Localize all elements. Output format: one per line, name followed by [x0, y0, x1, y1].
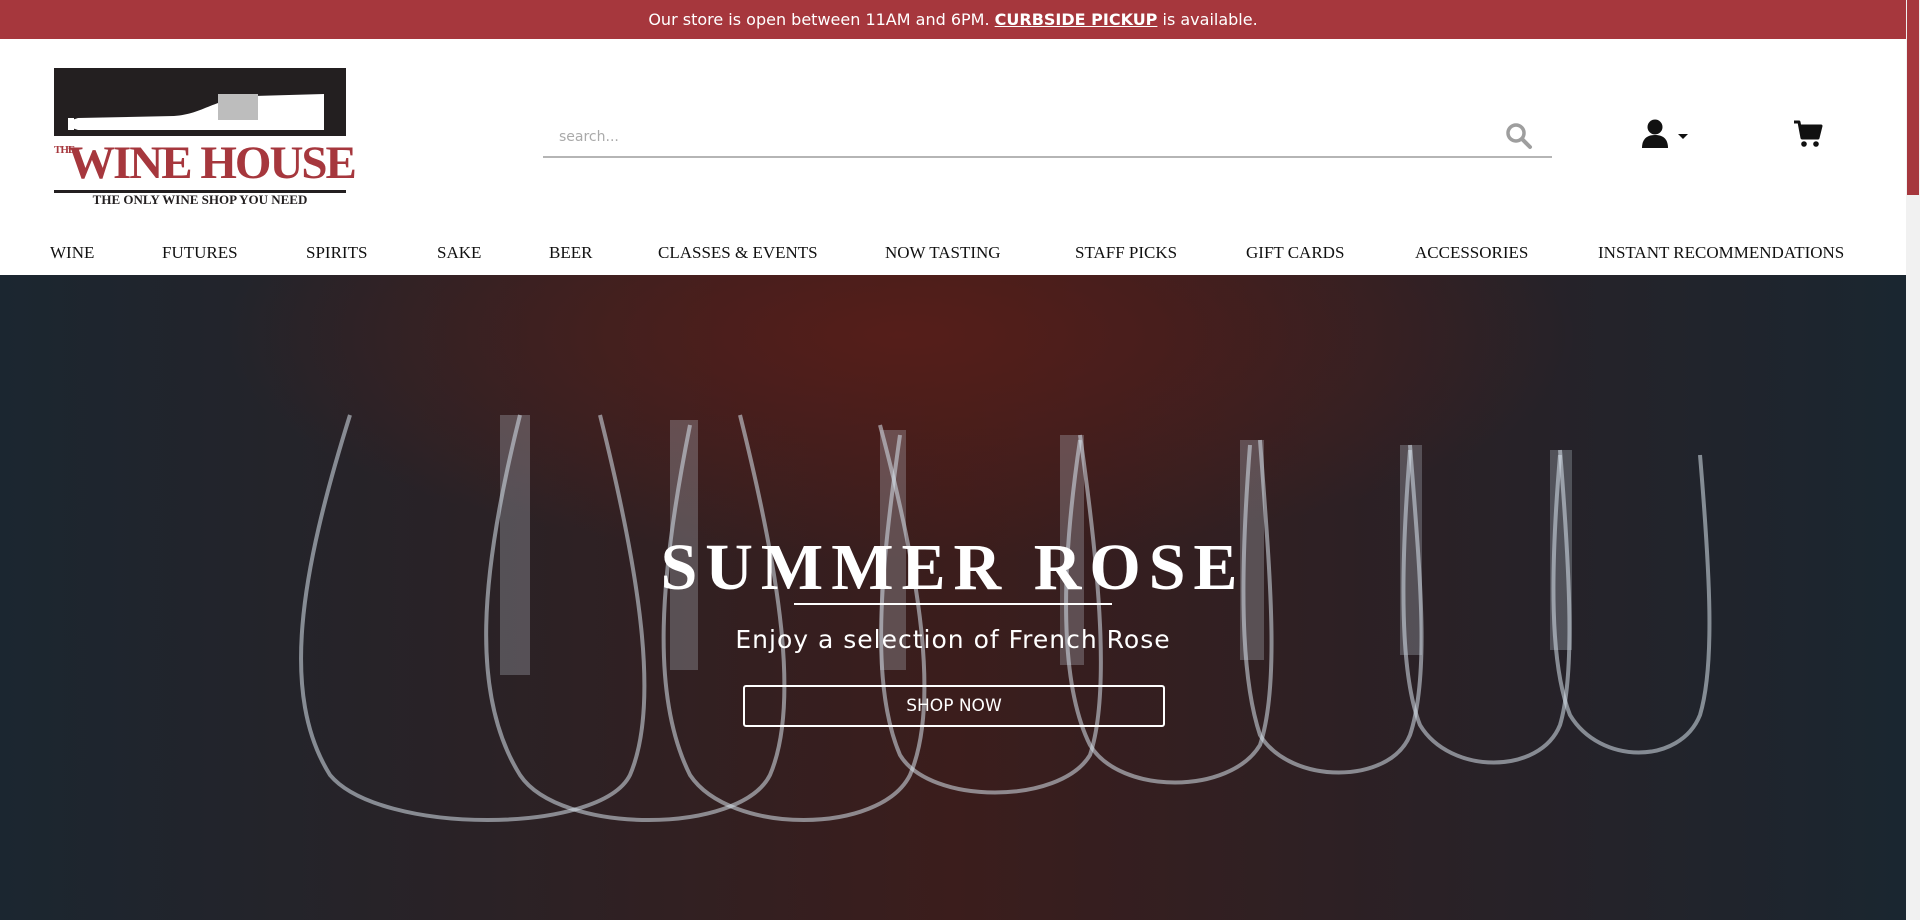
nav-item-accessories[interactable]: ACCESSORIES [1415, 238, 1528, 274]
logo-bottle-graphic [54, 68, 346, 136]
nav-item-beer[interactable]: BEER [549, 238, 592, 274]
nav-item-instant-recommendations[interactable]: INSTANT RECOMMENDATIONS [1598, 238, 1844, 274]
search-bar [543, 116, 1552, 158]
announcement-text-end: is available. [1162, 10, 1258, 29]
nav-item-spirits[interactable]: SPIRITS [306, 238, 367, 274]
nav-item-futures[interactable]: FUTURES [162, 238, 238, 274]
hero-banner: SUMMER ROSE Enjoy a selection of French … [0, 275, 1906, 920]
main-nav: WINE FUTURES SPIRITS SAKE BEER CLASSES &… [0, 238, 1906, 274]
page: Our store is open between 11AM and 6PM. … [0, 0, 1906, 920]
curbside-pickup-link[interactable]: CURBSIDE PICKUP [995, 10, 1158, 29]
nav-item-gift-cards[interactable]: GIFT CARDS [1246, 238, 1344, 274]
announcement-text: Our store is open between 11AM and 6PM. [648, 10, 990, 29]
nav-item-staff-picks[interactable]: STAFF PICKS [1075, 238, 1177, 274]
logo-tagline: THE ONLY WINE SHOP YOU NEED [92, 192, 308, 207]
search-icon[interactable] [1505, 122, 1533, 150]
nav-item-sake[interactable]: SAKE [437, 238, 481, 274]
shop-now-button[interactable]: SHOP NOW [743, 685, 1165, 727]
search-input[interactable] [557, 124, 1491, 150]
shopping-cart-icon [1792, 120, 1824, 154]
nav-item-classes-events[interactable]: CLASSES & EVENTS [658, 238, 818, 274]
store-logo[interactable]: THE WINE HOUSE THE ONLY WINE SHOP YOU NE… [54, 68, 357, 207]
user-icon [1640, 119, 1700, 156]
logo-name: WINE HOUSE [68, 137, 357, 189]
caret-down-icon [1678, 134, 1688, 139]
hero-title-underline [794, 603, 1112, 605]
hero-title: SUMMER ROSE [660, 531, 1246, 604]
nav-item-now-tasting[interactable]: NOW TASTING [885, 238, 1001, 274]
hero-subtitle: Enjoy a selection of French Rose [735, 625, 1171, 654]
nav-item-wine[interactable]: WINE [50, 238, 94, 274]
cart-button[interactable] [1792, 118, 1824, 150]
logo-the: THE [54, 144, 75, 156]
account-menu-button[interactable] [1640, 118, 1700, 152]
scrollbar-thumb[interactable] [1907, 0, 1919, 195]
announcement-bar: Our store is open between 11AM and 6PM. … [0, 0, 1906, 39]
page-scrollbar[interactable] [1906, 0, 1920, 920]
